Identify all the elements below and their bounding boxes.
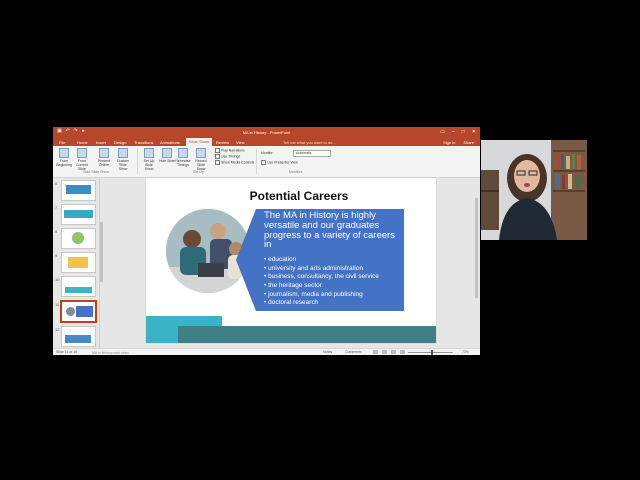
work-area: 6 7 8 9 10 11 12 Potential Careers The M… bbox=[53, 178, 480, 348]
rehearse-timings-button[interactable]: Rehearse Timings bbox=[175, 148, 191, 167]
zoom-level[interactable]: 73% bbox=[462, 350, 469, 354]
use-presenter-view-checkbox[interactable]: Use Presenter View bbox=[261, 160, 298, 165]
show-media-controls-checkbox[interactable]: Show Media Controls bbox=[215, 160, 254, 165]
record-slide-show-button[interactable]: Record Slide Show bbox=[193, 148, 209, 171]
zoom-slider-knob[interactable] bbox=[431, 350, 433, 355]
careers-heading: The MA in History is highly versatile an… bbox=[264, 210, 395, 251]
custom-slide-show-button[interactable]: Custom Slide Show bbox=[115, 148, 131, 171]
from-current-slide-button[interactable]: From Current Slide bbox=[74, 148, 90, 171]
list-item: journalism, media and publishing bbox=[264, 291, 402, 300]
timer-icon bbox=[178, 148, 188, 158]
slide-thumbnail[interactable] bbox=[61, 252, 96, 273]
slide-scrollbar[interactable] bbox=[475, 198, 478, 298]
slide-canvas: Potential Careers The MA in History is h bbox=[146, 178, 436, 343]
use-timings-checkbox[interactable]: Use Timings bbox=[215, 154, 240, 159]
hide-slide-icon bbox=[162, 148, 172, 158]
view-buttons bbox=[373, 350, 405, 354]
slide-sorter-icon[interactable] bbox=[382, 350, 387, 354]
list-item: doctoral research bbox=[264, 299, 402, 308]
slide-thumbnail[interactable] bbox=[61, 204, 96, 225]
setup-icon bbox=[144, 148, 154, 158]
ribbon: From Beginning From Current Slide Presen… bbox=[53, 146, 480, 178]
ribbon-tabs: File Home Insert Design Transitions Anim… bbox=[53, 137, 480, 146]
ribbon-display-icon[interactable]: ▭ bbox=[440, 129, 445, 135]
group-label-start: Start Slide Show bbox=[83, 170, 109, 174]
monitor-label: Monitor: bbox=[261, 151, 274, 155]
slideshow-icon bbox=[59, 148, 69, 158]
custom-show-icon bbox=[118, 148, 128, 158]
play-narrations-checkbox[interactable]: Play Narrations bbox=[215, 148, 245, 153]
tab-animations[interactable]: Animations bbox=[160, 140, 180, 145]
tell-me-box[interactable]: Tell me what you want to do... bbox=[283, 140, 336, 145]
normal-view-icon[interactable] bbox=[373, 350, 378, 354]
tab-file[interactable]: File bbox=[59, 140, 65, 145]
present-online-icon bbox=[99, 148, 109, 158]
monitor-select[interactable]: Automatic bbox=[293, 150, 331, 157]
presenter-webcam bbox=[481, 140, 587, 240]
window-title: MA in History - PowerPoint bbox=[242, 130, 291, 135]
list-item: business, consultancy, the civil service bbox=[264, 273, 402, 282]
slide-thumbnail[interactable] bbox=[61, 326, 96, 347]
record-icon bbox=[196, 148, 206, 158]
text-box-arrow bbox=[236, 209, 256, 311]
list-item: university and arts administration bbox=[264, 265, 402, 274]
hide-slide-button[interactable]: Hide Slide bbox=[159, 148, 175, 163]
tab-review[interactable]: Review bbox=[216, 140, 229, 145]
slide-thumbnail-selected[interactable] bbox=[60, 300, 97, 323]
slideshow-icon bbox=[77, 148, 87, 158]
tab-transitions[interactable]: Transitions bbox=[134, 140, 153, 145]
tab-design[interactable]: Design bbox=[114, 140, 126, 145]
close-icon[interactable]: ✕ bbox=[472, 129, 476, 135]
thumbnails-scrollbar[interactable] bbox=[100, 222, 103, 282]
share-button[interactable]: Share bbox=[463, 140, 474, 145]
set-up-slide-show-button[interactable]: Set Up Slide Show bbox=[141, 148, 157, 171]
slide-title[interactable]: Potential Careers bbox=[234, 189, 364, 203]
minimize-icon[interactable]: – bbox=[452, 129, 455, 135]
title-bar: ▣ ↶ ↷ ▸ MA in History - PowerPoint ▭ – □… bbox=[53, 127, 480, 137]
slide-thumbnail[interactable] bbox=[61, 180, 96, 201]
comments-button[interactable]: Comments bbox=[345, 350, 362, 354]
tab-home[interactable]: Home bbox=[77, 140, 88, 145]
tab-view[interactable]: View bbox=[236, 140, 245, 145]
maximize-icon[interactable]: □ bbox=[462, 129, 465, 135]
slide-thumbnail[interactable] bbox=[61, 228, 96, 249]
notes-button[interactable]: Notes bbox=[323, 350, 332, 354]
reading-view-icon[interactable] bbox=[391, 350, 396, 354]
tab-slide-show[interactable]: Slide Show bbox=[186, 138, 213, 146]
careers-list: education university and arts administra… bbox=[264, 256, 402, 308]
slide-thumbnails-pane: 6 7 8 9 10 11 12 bbox=[53, 178, 100, 348]
powerpoint-window: ▣ ↶ ↷ ▸ MA in History - PowerPoint ▭ – □… bbox=[53, 127, 480, 355]
sign-in-link[interactable]: Sign in bbox=[443, 140, 455, 145]
video-caption: MA in History web video bbox=[92, 351, 130, 355]
list-item: education bbox=[264, 256, 402, 265]
from-beginning-button[interactable]: From Beginning bbox=[56, 148, 72, 167]
slide-thumbnail[interactable] bbox=[61, 276, 96, 297]
list-item: the heritage sector bbox=[264, 282, 402, 291]
tab-insert[interactable]: Insert bbox=[96, 140, 106, 145]
group-label-setup: Set Up bbox=[193, 170, 204, 174]
slideshow-view-icon[interactable] bbox=[400, 350, 405, 354]
slide-position: Slide 11 of 16 bbox=[56, 350, 78, 354]
present-online-button[interactable]: Present Online bbox=[96, 148, 112, 167]
decorative-bar-dark bbox=[178, 326, 436, 343]
group-label-monitors: Monitors bbox=[289, 170, 303, 174]
